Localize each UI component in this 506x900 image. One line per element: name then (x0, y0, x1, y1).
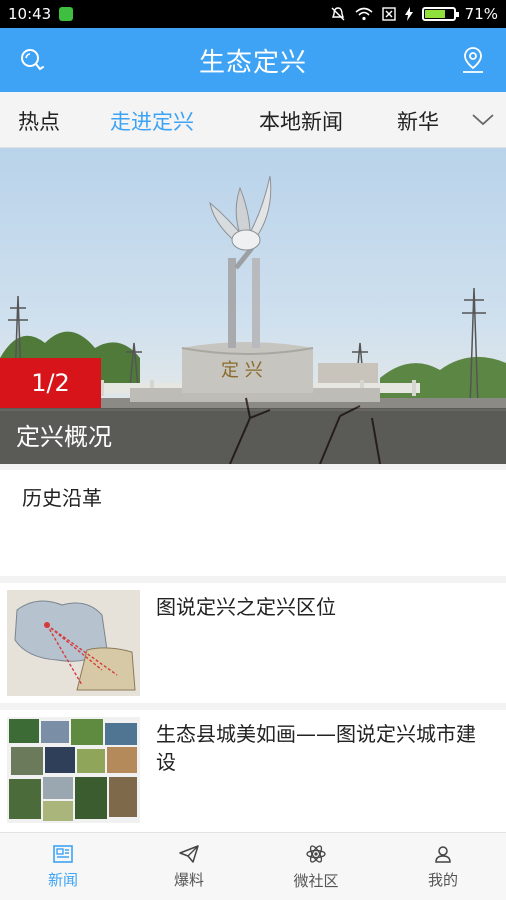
battery-percent: 71% (464, 5, 498, 23)
wifi-icon (355, 7, 373, 21)
news-headline: 生态县城美如画——图说定兴城市建设 (156, 722, 476, 774)
list-item[interactable]: 图说定兴之定兴区位 (0, 583, 506, 703)
thumbnail-collage (7, 717, 140, 823)
banner-caption: 定兴概况 (16, 423, 112, 451)
mute-icon (331, 7, 345, 21)
nav-tipoff[interactable]: 爆料 (126, 833, 252, 900)
battery-icon (421, 7, 459, 21)
category-tabs: 热点 走进定兴 本地新闻 新华 (0, 92, 506, 148)
person-icon (435, 845, 451, 863)
no-sim-icon (381, 7, 396, 21)
chevron-down-icon[interactable] (470, 106, 496, 132)
nav-news-label: 新闻 (47, 870, 78, 889)
charging-icon (404, 7, 413, 21)
status-time: 10:43 (8, 5, 52, 23)
search-icon[interactable] (18, 46, 46, 74)
news-headline: 图说定兴之定兴区位 (156, 595, 336, 619)
page-title: 生态定兴 (198, 47, 307, 78)
news-icon (53, 844, 73, 863)
nav-community[interactable]: 微社区 (253, 833, 379, 900)
app-bar: 生态定兴 (0, 28, 506, 92)
nav-news[interactable]: 新闻 (0, 833, 126, 900)
tab-xinhua[interactable]: 新华 (397, 106, 439, 136)
status-icons: 71% (330, 5, 498, 23)
nav-mine-label: 我的 (427, 870, 458, 889)
status-bar: 10:43 71% (0, 0, 506, 28)
list-item-title: 历史沿革 (22, 486, 102, 510)
location-pin-icon[interactable] (460, 45, 486, 75)
tab-enter-dingxing[interactable]: 走进定兴 (110, 106, 194, 136)
tab-hot[interactable]: 热点 (18, 106, 60, 136)
nav-tipoff-label: 爆料 (173, 870, 204, 889)
list-item[interactable]: 生态县城美如画——图说定兴城市建设 (0, 710, 506, 832)
paper-plane-icon (179, 844, 199, 863)
slide-counter: 1/2 (0, 358, 101, 408)
thumbnail-map (7, 590, 140, 696)
list-item[interactable]: 历史沿革 (0, 470, 506, 576)
tab-local-news[interactable]: 本地新闻 (259, 106, 343, 136)
bottom-nav: 新闻 爆料 微社区 我的 (0, 832, 506, 900)
monument-inscription: 定 兴 (221, 360, 263, 381)
atom-icon (306, 844, 326, 863)
banner-carousel[interactable]: 定 兴 1/2 定兴概况 (0, 148, 506, 464)
nav-mine[interactable]: 我的 (380, 833, 506, 900)
notification-icon (59, 7, 74, 21)
nav-community-label: 微社区 (293, 871, 339, 890)
